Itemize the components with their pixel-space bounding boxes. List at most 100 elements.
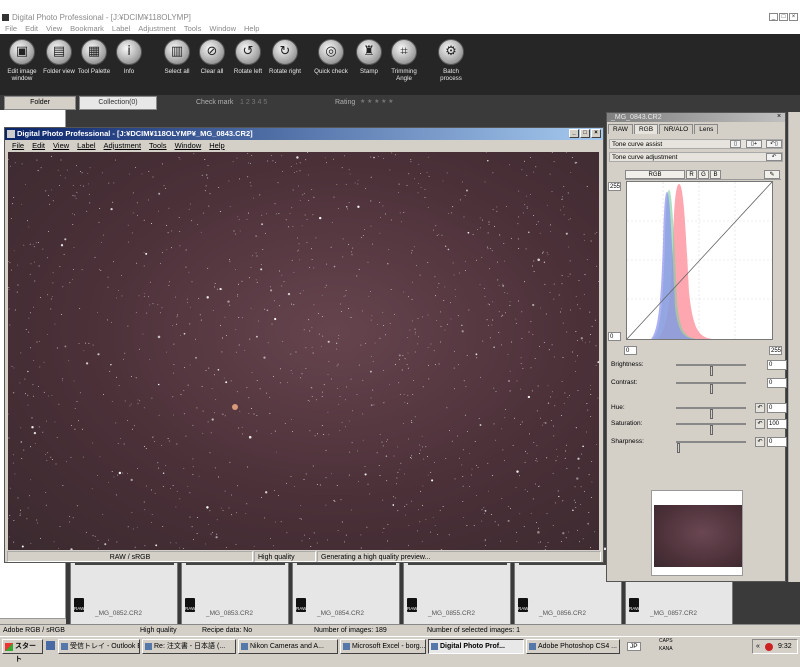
minimize-icon[interactable]: _ — [569, 129, 579, 138]
folder-view-button[interactable]: ▤ Folder view — [40, 39, 78, 75]
tool-palette-icon: ▦ — [81, 39, 107, 65]
navigator-thumbnail[interactable] — [654, 505, 742, 567]
tone-curve-graph[interactable] — [626, 181, 773, 340]
minimize-icon[interactable]: _ — [769, 13, 778, 21]
menu-file[interactable]: File — [12, 140, 24, 151]
channel-rgb-button[interactable]: RGB — [625, 170, 685, 179]
task-label: Nikon Cameras and A... — [250, 643, 324, 650]
maximize-icon[interactable]: □ — [580, 129, 590, 138]
clock[interactable]: 9:32 — [778, 643, 792, 650]
hue-label: Hue: — [611, 404, 625, 411]
tab-collection[interactable]: Collection(0) — [79, 96, 157, 110]
undo-icon[interactable]: ↶ — [766, 153, 782, 161]
quicklaunch-icon[interactable] — [46, 641, 55, 650]
tab-nr-alo[interactable]: NR/ALO — [659, 124, 694, 134]
close-icon[interactable]: × — [775, 113, 783, 121]
rating-stars[interactable]: ★ ★ ★ ★ ★ — [360, 96, 394, 109]
hue-slider[interactable] — [676, 407, 746, 419]
channel-g-button[interactable]: G — [698, 170, 709, 179]
ime-indicator[interactable]: JP — [627, 642, 641, 651]
tab-raw[interactable]: RAW — [608, 124, 633, 134]
select-all-button[interactable]: ▥ Select all — [158, 39, 196, 75]
toolbar-button-label: Info — [123, 68, 135, 75]
app-titlebar: Digital Photo Professional - [J:¥DCIM¥11… — [0, 12, 800, 23]
curve-assist-reset-icon[interactable]: ↶▯ — [766, 140, 782, 148]
taskbar-task-button[interactable]: Re: 注文書 - 日本語 (... — [142, 639, 236, 654]
menu-edit[interactable]: Edit — [25, 23, 38, 34]
check-mark-selector[interactable]: 1 2 3 4 5 — [240, 96, 267, 109]
curve-assist-add-icon[interactable]: ▯+ — [746, 140, 762, 148]
palette-titlebar[interactable]: _MG_0843.CR2 × — [607, 113, 785, 122]
photo-preview[interactable] — [8, 152, 599, 550]
quick-check-button[interactable]: ◎ Quick check — [312, 39, 350, 75]
menu-adjustment[interactable]: Adjustment — [138, 23, 176, 34]
tray-chevron-icon[interactable]: « — [756, 640, 760, 653]
saturation-slider[interactable] — [676, 423, 746, 435]
trimming-angle-button[interactable]: ⌗ Trimming Angle — [385, 39, 423, 82]
menu-bookmark[interactable]: Bookmark — [70, 23, 104, 34]
undo-icon[interactable]: ↶ — [755, 437, 765, 447]
contrast-label: Contrast: — [611, 379, 638, 386]
batch-process-button[interactable]: ⚙ Batch process — [432, 39, 470, 82]
stamp-button[interactable]: ♜ Stamp — [350, 39, 388, 75]
brightness-slider-knob[interactable] — [710, 366, 713, 376]
curve-assist-icon[interactable]: ▯ — [730, 140, 741, 148]
start-button[interactable]: スタート — [2, 639, 43, 663]
sharpness-slider-knob[interactable] — [677, 443, 680, 453]
palette-scrollbar[interactable] — [788, 112, 800, 582]
contrast-value-field[interactable]: 0 — [767, 378, 787, 388]
clear-all-button[interactable]: ⊘ Clear all — [193, 39, 231, 75]
brightness-slider[interactable] — [676, 364, 746, 376]
info-button[interactable]: i Info — [110, 39, 148, 75]
app-window-controls: _ □ × — [769, 13, 798, 21]
taskbar-task-button[interactable]: Adobe Photoshop CS4 ... — [526, 639, 620, 654]
saturation-slider-knob[interactable] — [710, 425, 713, 435]
close-icon[interactable]: × — [591, 129, 601, 138]
edit-window-icon: ▣ — [9, 39, 35, 65]
menu-window[interactable]: Window — [209, 23, 236, 34]
image-window-titlebar[interactable]: Digital Photo Professional - [J:¥DCIM¥11… — [5, 128, 603, 140]
tab-folder[interactable]: Folder — [4, 96, 76, 110]
status-color-space: Adobe RGB / sRGB — [3, 627, 65, 634]
tab-rgb[interactable]: RGB — [633, 124, 659, 134]
menu-view[interactable]: View — [46, 23, 62, 34]
menu-label[interactable]: Label — [112, 23, 130, 34]
saturation-value-field[interactable]: 100 — [767, 419, 787, 429]
rotate-right-button[interactable]: ↻ Rotate right — [266, 39, 304, 75]
app-statusbar: Adobe RGB / sRGB High quality Recipe dat… — [0, 624, 800, 635]
contrast-slider[interactable] — [676, 382, 746, 394]
tab-lens[interactable]: Lens — [694, 124, 719, 134]
brightness-value-field[interactable]: 0 — [767, 360, 787, 370]
menu-adjustment[interactable]: Adjustment — [104, 140, 142, 151]
rotate-left-button[interactable]: ↺ Rotate left — [229, 39, 267, 75]
menu-tools[interactable]: Tools — [184, 23, 202, 34]
channel-b-button[interactable]: B — [710, 170, 721, 179]
menu-tools[interactable]: Tools — [149, 140, 167, 151]
hue-value-field[interactable]: 0 — [767, 403, 787, 413]
menu-label[interactable]: Label — [77, 140, 95, 151]
tool-palette-button[interactable]: ▦ Tool Palette — [75, 39, 113, 75]
menu-help[interactable]: Help — [209, 140, 224, 151]
brightness-label: Brightness: — [611, 361, 644, 368]
undo-icon[interactable]: ↶ — [755, 419, 765, 429]
taskbar-task-button[interactable]: Nikon Cameras and A... — [238, 639, 338, 654]
menu-window[interactable]: Window — [175, 140, 202, 151]
menu-view[interactable]: View — [53, 140, 69, 151]
menu-edit[interactable]: Edit — [32, 140, 45, 151]
antivirus-icon[interactable] — [765, 643, 773, 651]
contrast-slider-knob[interactable] — [710, 384, 713, 394]
taskbar-task-button[interactable]: 受信トレイ - Outlook E... — [58, 639, 140, 654]
curve-axis-bottom-right: 255 — [769, 346, 782, 355]
maximize-icon[interactable]: □ — [779, 13, 788, 21]
taskbar-task-button[interactable]: Digital Photo Prof... — [428, 639, 524, 654]
close-icon[interactable]: × — [789, 13, 798, 21]
edit-image-window-button[interactable]: ▣ Edit image window — [3, 39, 41, 82]
taskbar-task-button[interactable]: Microsoft Excel - borg... — [340, 639, 426, 654]
eyedropper-icon[interactable]: ✎ — [764, 170, 780, 179]
undo-icon[interactable]: ↶ — [755, 403, 765, 413]
channel-r-button[interactable]: R — [686, 170, 697, 179]
sharpness-slider[interactable] — [676, 441, 746, 453]
menu-file[interactable]: File — [5, 23, 17, 34]
menu-help[interactable]: Help — [244, 23, 259, 34]
sharpness-value-field[interactable]: 0 — [767, 437, 787, 447]
